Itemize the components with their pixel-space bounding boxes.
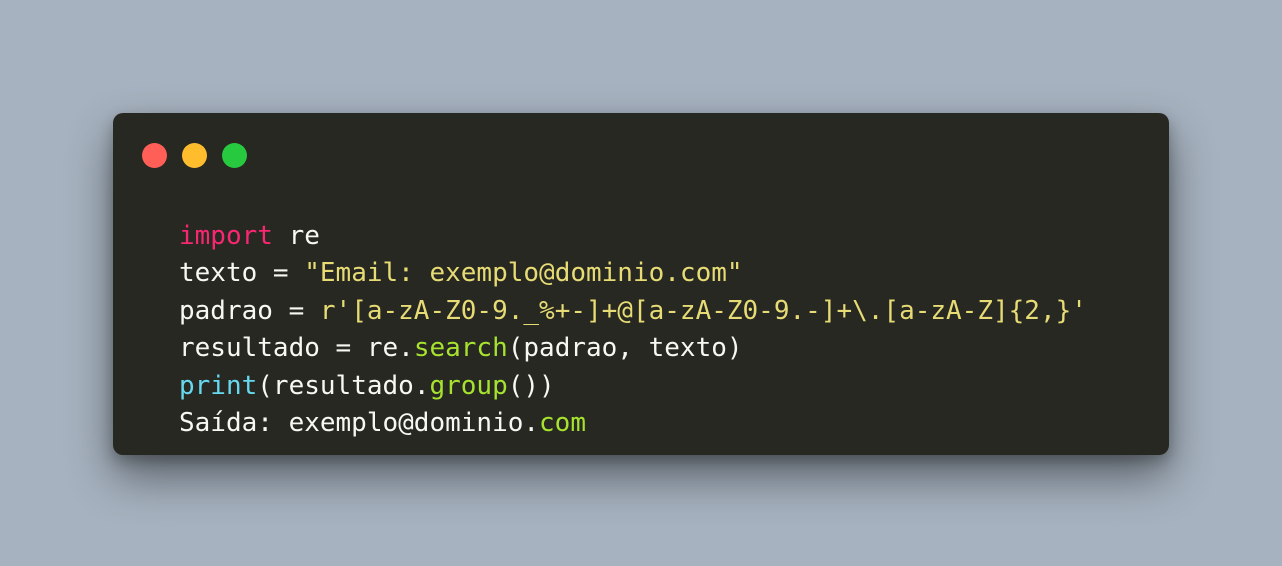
method-token: group [429, 370, 508, 401]
plain-token: padrao = [179, 295, 320, 326]
minimize-window-icon[interactable] [182, 143, 207, 168]
window-controls [142, 143, 247, 168]
code-line-2: texto = "Email: exemplo@dominio.com" [179, 255, 1087, 292]
plain-token: Saída: exemplo@dominio. [179, 407, 540, 438]
code-line-5: print(resultado.group()) [179, 368, 1087, 405]
plain-token: ()) [507, 370, 555, 401]
code-line-1: import re [179, 218, 1087, 255]
plain-token: (resultado. [257, 370, 430, 401]
highlight-token: com [539, 407, 586, 438]
code-line-6: Saída: exemplo@dominio.com [179, 405, 1087, 442]
plain-token: (padrao, texto) [507, 333, 743, 364]
plain-token: re [272, 221, 320, 251]
code-line-3: padrao = r'[a-zA-Z0-9._%+-]+@[a-zA-Z0-9.… [179, 293, 1087, 330]
close-window-icon[interactable] [142, 143, 167, 168]
method-token: search [413, 333, 508, 364]
maximize-window-icon[interactable] [222, 143, 247, 168]
string-token: r'[a-zA-Z0-9._%+-]+@[a-zA-Z0-9.-]+\.[a-z… [319, 295, 1087, 326]
plain-token: resultado = re. [179, 333, 414, 364]
string-token: "Email: exemplo@dominio.com" [304, 258, 743, 289]
code-block: import re texto = "Email: exemplo@dominio… [179, 218, 1087, 442]
keyword-token: import [179, 221, 273, 251]
code-window: import re texto = "Email: exemplo@dominio… [113, 113, 1169, 455]
code-line-4: resultado = re.search(padrao, texto) [179, 330, 1087, 367]
builtin-token: print [179, 370, 258, 401]
plain-token: texto = [179, 258, 305, 289]
